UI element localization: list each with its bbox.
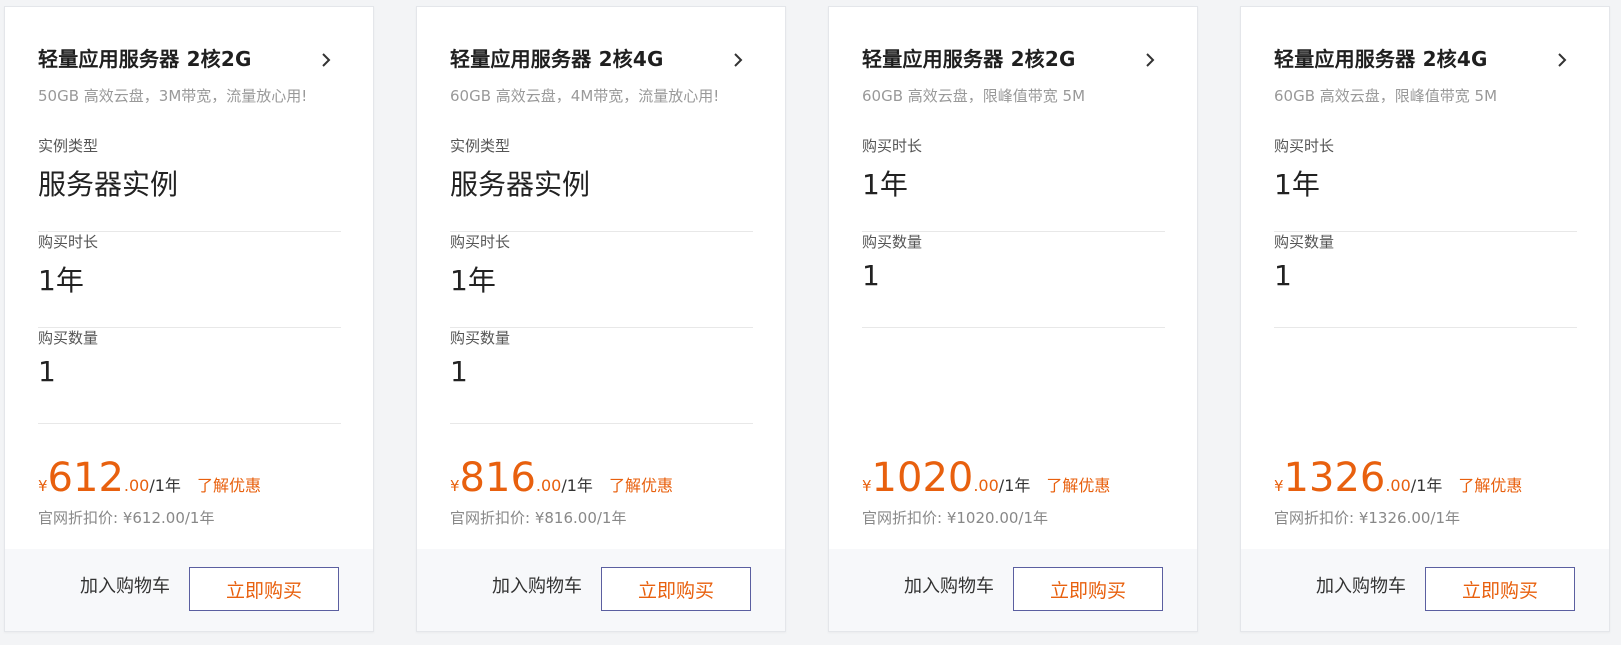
price: ¥1326.00/1年 了解优惠 [1274,455,1522,501]
currency-symbol: ¥ [450,477,460,495]
price-integer: 612 [47,455,124,501]
field-value: 服务器实例 [38,168,179,201]
promo-link[interactable]: 了解优惠 [1046,476,1110,495]
currency-symbol: ¥ [38,477,48,495]
chevron-right-icon[interactable] [315,49,337,71]
buy-now-button[interactable]: 立即购买 [189,567,339,611]
promo-link[interactable]: 了解优惠 [1458,476,1522,495]
price-integer: 1020 [871,455,974,501]
product-card: 轻量应用服务器 2核4G 60GB 高效云盘，限峰值带宽 5M 购买时长 1年 … [1240,6,1610,632]
price: ¥1020.00/1年 了解优惠 [862,455,1110,501]
card-footer: 加入购物车 立即购买 [829,549,1197,631]
price-integer: 816 [459,455,536,501]
card-title: 轻量应用服务器 2核4G [1274,47,1488,71]
currency-symbol: ¥ [862,477,872,495]
promo-link[interactable]: 了解优惠 [609,476,673,495]
product-card: 轻量应用服务器 2核2G 50GB 高效云盘，3M带宽，流量放心用! 实例类型 … [4,6,374,632]
field-value: 1年 [862,168,908,201]
field-value: 1 [1274,259,1292,292]
field-label: 购买数量 [1274,233,1335,251]
price-decimal: .00 [1385,476,1411,495]
add-to-cart-button[interactable]: 加入购物车 [1316,572,1406,598]
field-quantity: 购买数量 1 [862,231,1165,328]
official-discount-price: 官网折扣价: ¥1326.00/1年 [1274,507,1460,528]
price: ¥816.00/1年 了解优惠 [450,455,673,501]
add-to-cart-button[interactable]: 加入购物车 [80,572,170,598]
field-duration: 购买时长 1年 [862,135,1165,232]
field-label: 购买时长 [38,233,99,251]
card-footer: 加入购物车 立即购买 [1241,549,1609,631]
field-value: 1年 [1274,168,1320,201]
field-value: 1 [38,355,56,388]
origin-prefix: 官网折扣价: [38,509,119,527]
product-card: 轻量应用服务器 2核2G 60GB 高效云盘，限峰值带宽 5M 购买时长 1年 … [828,6,1198,632]
field-instance-type: 实例类型 服务器实例 [450,135,753,232]
price-decimal: .00 [973,476,999,495]
field-label: 购买数量 [450,329,511,347]
field-value: 1年 [450,264,496,297]
field-value: 1 [862,259,880,292]
field-quantity: 购买数量 1 [38,327,341,424]
chevron-right-icon[interactable] [727,49,749,71]
field-value: 1 [450,355,468,388]
field-label: 购买数量 [862,233,923,251]
price-unit: /1年 [998,476,1031,495]
buy-now-button[interactable]: 立即购买 [601,567,751,611]
card-footer: 加入购物车 立即购买 [417,549,785,631]
field-label: 实例类型 [38,137,99,155]
origin-prefix: 官网折扣价: [450,509,531,527]
origin-prefix: 官网折扣价: [1274,509,1355,527]
card-title: 轻量应用服务器 2核2G [862,47,1076,71]
chevron-right-icon[interactable] [1551,49,1573,71]
card-title: 轻量应用服务器 2核4G [450,47,664,71]
add-to-cart-button[interactable]: 加入购物车 [492,572,582,598]
price-unit: /1年 [149,476,181,495]
field-label: 购买时长 [862,137,923,155]
field-label: 实例类型 [450,137,511,155]
promo-link[interactable]: 了解优惠 [197,476,261,495]
field-value: 1年 [38,264,84,297]
field-label: 购买时长 [1274,137,1335,155]
field-quantity: 购买数量 1 [450,327,753,424]
buy-now-button[interactable]: 立即购买 [1013,567,1163,611]
official-discount-price: 官网折扣价: ¥1020.00/1年 [862,507,1048,528]
currency-symbol: ¥ [1274,477,1284,495]
origin-value: ¥1020.00/1年 [946,509,1049,527]
price: ¥612.00/1年 了解优惠 [38,455,261,501]
origin-value: ¥612.00/1年 [122,509,215,527]
add-to-cart-button[interactable]: 加入购物车 [904,572,994,598]
field-quantity: 购买数量 1 [1274,231,1577,328]
product-card: 轻量应用服务器 2核4G 60GB 高效云盘，4M带宽，流量放心用! 实例类型 … [416,6,786,632]
official-discount-price: 官网折扣价: ¥816.00/1年 [450,507,626,528]
card-title: 轻量应用服务器 2核2G [38,47,252,71]
official-discount-price: 官网折扣价: ¥612.00/1年 [38,507,214,528]
field-label: 购买时长 [450,233,511,251]
card-subtitle: 60GB 高效云盘，限峰值带宽 5M [1274,87,1498,105]
card-subtitle: 60GB 高效云盘，限峰值带宽 5M [862,87,1086,105]
field-instance-type: 实例类型 服务器实例 [38,135,341,232]
field-value: 服务器实例 [450,168,591,201]
field-label: 购买数量 [38,329,99,347]
price-unit: /1年 [561,476,593,495]
card-subtitle: 50GB 高效云盘，3M带宽，流量放心用! [38,87,308,105]
origin-prefix: 官网折扣价: [862,509,943,527]
field-duration: 购买时长 1年 [1274,135,1577,232]
price-unit: /1年 [1410,476,1443,495]
card-footer: 加入购物车 立即购买 [5,549,373,631]
price-decimal: .00 [123,476,150,495]
card-subtitle: 60GB 高效云盘，4M带宽，流量放心用! [450,87,720,105]
origin-value: ¥816.00/1年 [534,509,627,527]
buy-now-button[interactable]: 立即购买 [1425,567,1575,611]
chevron-right-icon[interactable] [1139,49,1161,71]
field-duration: 购买时长 1年 [38,231,341,328]
field-duration: 购买时长 1年 [450,231,753,328]
price-decimal: .00 [535,476,562,495]
origin-value: ¥1326.00/1年 [1358,509,1461,527]
price-integer: 1326 [1283,455,1386,501]
